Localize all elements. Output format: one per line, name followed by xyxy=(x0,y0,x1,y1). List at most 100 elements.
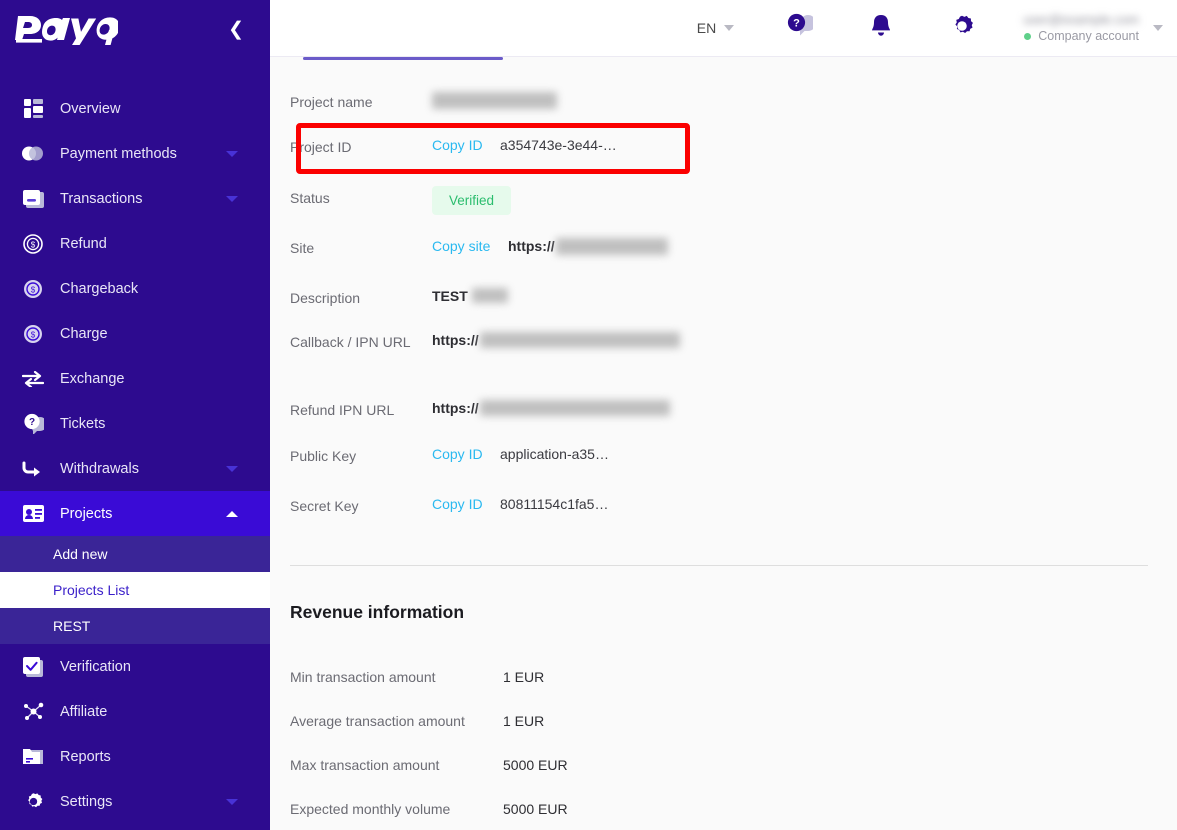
revenue-label: Max transaction amount xyxy=(290,757,440,773)
detail-value: xxxxxxxxxxxx xyxy=(432,90,557,109)
settings-button[interactable] xyxy=(949,13,975,44)
detail-label: Site xyxy=(290,240,315,256)
revenue-rows: Min transaction amount 1 EUR Average tra… xyxy=(270,623,1177,830)
copy-project-id-button[interactable]: Copy ID xyxy=(432,137,500,153)
sidebar-item-label: Transactions xyxy=(60,190,143,207)
detail-label: Callback / IPN URL xyxy=(290,334,411,350)
detail-label: Project name xyxy=(290,94,373,110)
account-type-row: Company account xyxy=(1023,28,1139,45)
detail-row-project-id: Project ID Copy ID a354743e-3e44-… xyxy=(270,135,1177,186)
grid-icon xyxy=(22,98,44,120)
sidebar-item-label: Charge xyxy=(60,325,108,342)
sidebar-nav: Overview Payment methods Transactions $ … xyxy=(0,86,270,824)
detail-row-project-name: Project name xxxxxxxxxxxx xyxy=(270,90,1177,135)
charge-coin-icon: $ xyxy=(22,323,44,345)
sidebar-subitem-rest[interactable]: REST xyxy=(0,608,270,644)
sidebar-item-verification[interactable]: Verification xyxy=(0,644,270,689)
detail-label: Refund IPN URL xyxy=(290,402,395,418)
chevron-down-icon[interactable] xyxy=(226,150,238,157)
detail-row-description: Description TEST xxx xyxy=(270,286,1177,330)
detail-row-refund-ipn-url: Refund IPN URL https:// xxxxxxxxxxxxxxxx xyxy=(270,398,1177,444)
content-scroll-area[interactable]: Project name xxxxxxxxxxxx Project ID Cop… xyxy=(270,57,1177,830)
svg-text:?: ? xyxy=(28,417,34,428)
bell-icon xyxy=(869,13,893,44)
detail-row-site: Site Copy site https:// xxxxxxxxx xyxy=(270,236,1177,286)
sidebar-item-affiliate[interactable]: Affiliate xyxy=(0,689,270,734)
sidebar-item-label: Affiliate xyxy=(60,703,108,720)
sidebar-item-projects[interactable]: Projects xyxy=(0,491,270,536)
sidebar-collapse-icon[interactable]: ❮ xyxy=(220,16,252,43)
sidebar-subitem-label: Projects List xyxy=(53,582,130,598)
redacted-value: xxx xyxy=(471,288,508,303)
gear-icon xyxy=(22,791,44,813)
site-url-prefix: https:// xyxy=(508,238,555,254)
sidebar-item-label: Overview xyxy=(60,100,121,117)
notifications-button[interactable] xyxy=(869,13,893,44)
chevron-down-icon[interactable] xyxy=(226,465,238,472)
copy-site-button[interactable]: Copy site xyxy=(432,238,508,254)
project-details-list: Project name xxxxxxxxxxxx Project ID Cop… xyxy=(270,57,1177,544)
sidebar-item-refund[interactable]: $ Refund xyxy=(0,221,270,266)
copy-secret-key-button[interactable]: Copy ID xyxy=(432,496,500,512)
sidebar-item-charge[interactable]: $ Charge xyxy=(0,311,270,356)
redacted-value: xxxxxxxxxxxx xyxy=(432,92,557,109)
detail-value: Copy site https:// xxxxxxxxx xyxy=(432,236,668,255)
sidebar-item-transactions[interactable]: Transactions xyxy=(0,176,270,221)
language-label: EN xyxy=(696,20,717,36)
sidebar-item-reports[interactable]: Reports xyxy=(0,734,270,779)
detail-row-secret-key: Secret Key Copy ID 80811154c1fa5… xyxy=(270,494,1177,544)
sidebar-subitem-label: REST xyxy=(53,618,91,634)
sidebar-item-label: Settings xyxy=(60,793,113,810)
revenue-row-average-transaction: Average transaction amount 1 EUR xyxy=(270,699,1177,743)
revenue-row-max-transaction: Max transaction amount 5000 EUR xyxy=(270,743,1177,787)
sidebar-item-payment-methods[interactable]: Payment methods xyxy=(0,131,270,176)
chevron-up-icon[interactable] xyxy=(226,510,238,517)
sidebar-item-overview[interactable]: Overview xyxy=(0,86,270,131)
detail-label: Project ID xyxy=(290,139,352,155)
detail-label: Public Key xyxy=(290,448,357,464)
active-tab-indicator xyxy=(303,57,503,60)
account-text: user@example.com Company account xyxy=(1023,11,1139,45)
chevron-down-icon[interactable] xyxy=(226,195,238,202)
sidebar-item-tickets[interactable]: ? Tickets xyxy=(0,401,270,446)
refund-coin-icon: $ xyxy=(22,233,44,255)
card-icon xyxy=(22,188,44,210)
sidebar-item-withdrawals[interactable]: Withdrawals xyxy=(0,446,270,491)
arrow-curve-icon xyxy=(22,458,44,480)
detail-value: https:// xxxxxxxxxxxxxxxx xyxy=(432,398,670,416)
checkbox-icon xyxy=(22,656,44,678)
app-root: ❮ Overview Payment methods Transactions … xyxy=(0,0,1177,830)
project-id-value: a354743e-3e44-… xyxy=(500,137,617,153)
exchange-arrows-icon xyxy=(22,368,44,390)
revenue-value: 5000 EUR xyxy=(503,757,568,773)
sidebar-item-label: Payment methods xyxy=(60,145,177,162)
status-badge: Verified xyxy=(432,186,512,215)
detail-value: Copy ID a354743e-3e44-… xyxy=(432,135,617,153)
copy-public-key-button[interactable]: Copy ID xyxy=(432,446,500,462)
payop-logo[interactable] xyxy=(14,8,120,51)
sidebar-subitem-add-new[interactable]: Add new xyxy=(0,536,270,572)
language-selector[interactable]: EN xyxy=(696,20,735,36)
refund-url-prefix: https:// xyxy=(432,400,479,416)
account-menu[interactable]: user@example.com Company account xyxy=(1023,11,1163,45)
main-area: EN ? user@example.com Company account Pr… xyxy=(270,0,1177,830)
revenue-row-expected-monthly-volume: Expected monthly volume 5000 EUR xyxy=(270,787,1177,830)
chevron-down-icon[interactable] xyxy=(226,798,238,805)
detail-value: TEST xxx xyxy=(432,286,508,304)
sidebar: ❮ Overview Payment methods Transactions … xyxy=(0,0,270,830)
description-value: TEST xyxy=(432,288,468,304)
sidebar-item-label: Projects xyxy=(60,505,113,522)
chevron-down-icon[interactable] xyxy=(1153,24,1163,31)
help-button[interactable]: ? xyxy=(786,13,817,44)
contact-card-icon xyxy=(22,503,44,525)
sidebar-item-settings[interactable]: Settings xyxy=(0,779,270,824)
sidebar-item-exchange[interactable]: Exchange xyxy=(0,356,270,401)
chevron-down-icon xyxy=(724,25,735,31)
public-key-value: application-a35… xyxy=(500,446,609,462)
svg-text:$: $ xyxy=(31,240,36,249)
detail-value: https:// xxxxxxxxxxxxxxxxxx xyxy=(432,330,680,348)
sidebar-item-chargeback[interactable]: $ Chargeback xyxy=(0,266,270,311)
redacted-value: xxxxxxxxxxxxxxxxxx xyxy=(479,332,680,348)
svg-text:?: ? xyxy=(793,17,800,29)
sidebar-subitem-projects-list[interactable]: Projects List xyxy=(0,572,270,608)
